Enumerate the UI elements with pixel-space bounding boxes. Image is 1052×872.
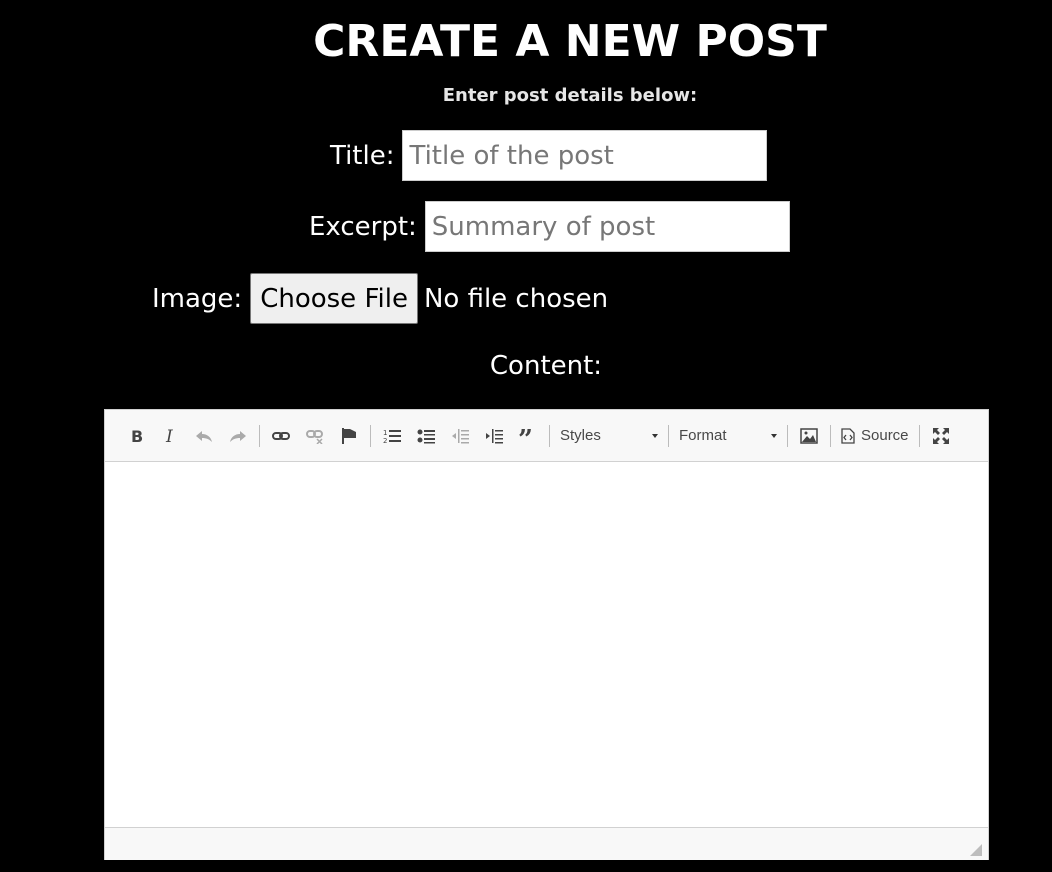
svg-text:I: I — [165, 428, 173, 444]
file-status: No file chosen — [423, 283, 609, 314]
toolbar-separator — [668, 424, 669, 447]
svg-text:2: 2 — [383, 437, 387, 444]
svg-text:B: B — [131, 428, 143, 444]
excerpt-input[interactable] — [424, 201, 790, 252]
numbered-list-button[interactable]: 12 — [378, 422, 406, 450]
content-label: Content: — [489, 351, 603, 381]
svg-text:1: 1 — [383, 429, 387, 437]
toolbar-separator — [259, 424, 260, 447]
format-dropdown-label: Format — [679, 427, 727, 444]
svg-text:”: ” — [518, 428, 533, 444]
bulleted-list-icon — [417, 429, 435, 443]
editor-content-area[interactable] — [105, 462, 988, 827]
excerpt-row: Excerpt: — [309, 201, 790, 252]
create-post-page: CREATE A NEW POST Enter post details bel… — [0, 0, 1052, 872]
image-row: Image: Choose File No file chosen — [152, 273, 608, 324]
italic-icon: I — [165, 428, 173, 444]
toolbar-separator — [787, 424, 788, 447]
blockquote-button[interactable]: ” — [514, 422, 542, 450]
source-button[interactable]: Source — [835, 422, 915, 450]
editor-toolbar: B I 12 ” Styles Format Source — [105, 410, 988, 462]
bold-icon: B — [131, 428, 143, 444]
source-code-icon — [841, 427, 855, 444]
blockquote-icon: ” — [518, 428, 533, 444]
title-label: Title: — [330, 140, 395, 171]
image-button[interactable] — [795, 422, 823, 450]
page-subtitle: Enter post details below: — [442, 85, 698, 106]
styles-dropdown-label: Styles — [560, 427, 601, 444]
italic-button[interactable]: I — [156, 422, 184, 450]
chevron-down-icon — [652, 433, 658, 438]
link-button[interactable] — [267, 422, 295, 450]
maximize-icon — [932, 427, 949, 444]
title-input[interactable] — [402, 130, 768, 181]
increase-indent-button[interactable] — [480, 422, 508, 450]
toolbar-separator — [830, 424, 831, 447]
maximize-button[interactable] — [927, 422, 955, 450]
bold-button[interactable]: B — [122, 422, 150, 450]
anchor-button[interactable] — [335, 422, 363, 450]
undo-button[interactable] — [190, 422, 218, 450]
anchor-flag-icon — [342, 427, 356, 444]
undo-icon — [196, 430, 212, 442]
toolbar-separator — [918, 424, 920, 447]
redo-button[interactable] — [224, 422, 252, 450]
source-button-label: Source — [861, 427, 909, 444]
choose-file-button[interactable]: Choose File — [250, 273, 418, 324]
decrease-indent-button[interactable] — [446, 422, 474, 450]
image-label: Image: — [152, 283, 243, 314]
unlink-button[interactable] — [301, 422, 329, 450]
rich-text-editor: B I 12 ” Styles Format Source — [104, 409, 989, 860]
image-icon — [800, 427, 818, 444]
format-dropdown[interactable]: Format — [673, 422, 783, 450]
outdent-icon — [452, 428, 469, 443]
unlink-icon — [306, 429, 323, 444]
numbered-list-icon: 12 — [383, 429, 401, 444]
redo-icon — [230, 430, 246, 442]
toolbar-separator — [370, 424, 371, 447]
page-title: CREATE A NEW POST — [313, 16, 827, 67]
editor-statusbar — [105, 827, 988, 860]
resize-handle[interactable] — [970, 844, 982, 856]
indent-icon — [486, 428, 503, 443]
title-row: Title: — [330, 130, 768, 181]
styles-dropdown[interactable]: Styles — [554, 422, 664, 450]
excerpt-label: Excerpt: — [309, 211, 417, 242]
link-icon — [272, 431, 290, 440]
toolbar-separator — [549, 424, 550, 447]
bulleted-list-button[interactable] — [412, 422, 440, 450]
chevron-down-icon — [771, 433, 777, 438]
